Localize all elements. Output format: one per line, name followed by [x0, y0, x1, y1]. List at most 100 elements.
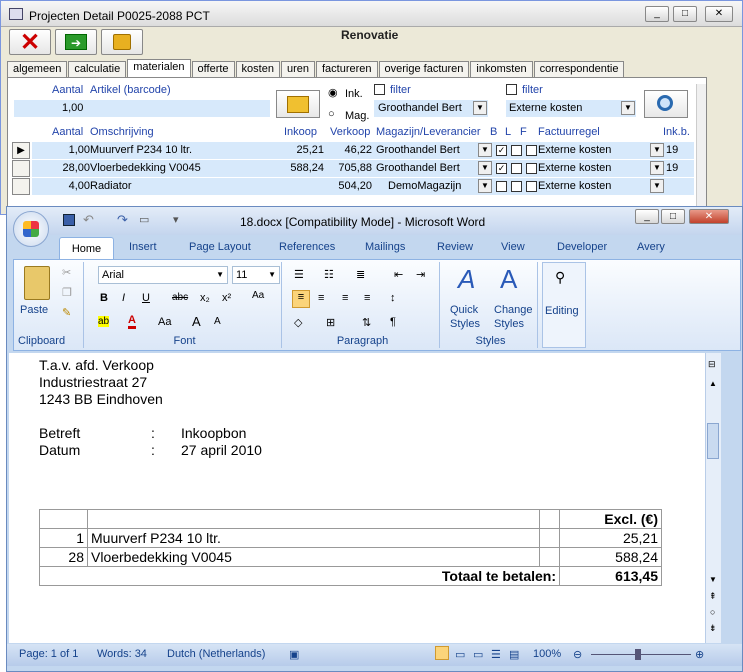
decrease-indent-icon[interactable]: ⇤ [394, 268, 403, 281]
status-language[interactable]: Dutch (Netherlands) [167, 648, 265, 660]
prev-page-icon[interactable]: ⇞ [709, 591, 717, 602]
tab-algemeen[interactable]: algemeen [7, 61, 68, 77]
row-selector[interactable]: ▶ [12, 142, 30, 159]
bullets-icon[interactable]: ☰ [294, 268, 304, 281]
clear-format-icon[interactable]: Aa [252, 290, 264, 301]
zoom-slider[interactable] [591, 654, 691, 655]
word-minimize-button[interactable]: _ [635, 209, 659, 224]
status-zoom[interactable]: 100% [533, 648, 561, 660]
word-maximize-button[interactable]: □ [661, 209, 685, 224]
checkbox-f[interactable] [526, 163, 537, 174]
increase-indent-icon[interactable]: ⇥ [416, 268, 425, 281]
grow-font-icon[interactable]: A [192, 314, 201, 329]
tab-correspondentie[interactable]: correspondentie [533, 61, 625, 77]
filter-checkbox-1[interactable] [374, 84, 385, 95]
paste-label[interactable]: Paste [20, 304, 48, 316]
word-close-button[interactable]: ✕ [689, 209, 729, 224]
ribbon-tab-view[interactable]: View [501, 241, 525, 253]
tab-kosten[interactable]: kosten [235, 61, 280, 77]
magazijn-dropdown[interactable]: ▼ [478, 179, 492, 193]
checkbox-b[interactable] [496, 181, 507, 192]
row-selector[interactable] [12, 160, 30, 177]
font-size-input[interactable]: 11 ▼ [232, 266, 280, 284]
aantal-input[interactable]: 1,00 [62, 102, 83, 114]
bold-icon[interactable]: B [100, 292, 108, 304]
mag-radio[interactable]: ○ [328, 108, 335, 120]
web-layout-icon[interactable]: ▭ [473, 648, 483, 661]
tab-offerte[interactable]: offerte [191, 61, 235, 77]
table-row[interactable]: ▶ 1,00 Muurverf P234 10 ltr. 25,21 46,22 Groo… [12, 142, 694, 159]
checkbox-l[interactable] [511, 181, 522, 192]
spelling-icon[interactable]: ▣ [289, 648, 299, 661]
ribbon-tab-review[interactable]: Review [437, 241, 473, 253]
shading-icon[interactable]: ◇ [294, 316, 302, 329]
zoom-out-icon[interactable]: ⊖ [573, 648, 582, 661]
table-row[interactable]: 4,00 Radiator 504,20 DemoMagazijn Externe ko… [12, 178, 694, 195]
ribbon-tab-insert[interactable]: Insert [129, 241, 157, 253]
tab-calculatie[interactable]: calculatie [68, 61, 127, 77]
print-layout-icon[interactable] [435, 646, 449, 660]
ribbon-tab-mailings[interactable]: Mailings [365, 241, 405, 253]
magazijn-dropdown[interactable]: ▼ [478, 161, 492, 175]
sort-icon[interactable]: ⇅ [362, 316, 371, 329]
tab-materialen[interactable]: materialen [127, 59, 191, 77]
save-icon[interactable] [63, 214, 75, 226]
font-name-input[interactable]: Arial ▼ [98, 266, 228, 284]
supplier-select[interactable]: Groothandel Bert ▼ [374, 100, 488, 117]
ribbon-tab-avery[interactable]: Avery [637, 241, 665, 253]
ribbon-tab-home[interactable]: Home [59, 237, 114, 261]
ruler-toggle-icon[interactable]: ⊟ [708, 359, 716, 370]
panel-scrollbar[interactable] [696, 84, 706, 209]
redo-icon[interactable]: ↷ [117, 212, 128, 228]
ink-radio[interactable]: ◉ [328, 86, 338, 99]
factuurregel-dropdown[interactable]: ▼ [650, 179, 664, 193]
status-page[interactable]: Page: 1 of 1 [19, 648, 78, 660]
quick-styles-icon[interactable]: A [458, 264, 475, 295]
status-words[interactable]: Words: 34 [97, 648, 147, 660]
customize-qat-icon[interactable]: ▾ [173, 213, 179, 226]
document-scrollbar[interactable]: ⊟ ▲ ▼ ⇞ ○ ⇟ [705, 353, 721, 643]
lock-button[interactable] [101, 29, 143, 55]
checkbox-l[interactable] [511, 145, 522, 156]
magazijn-dropdown[interactable]: ▼ [478, 143, 492, 157]
align-left-icon[interactable]: ≡ [292, 290, 310, 308]
browse-object-icon[interactable]: ○ [710, 607, 715, 617]
change-case-icon[interactable]: Aa [158, 316, 171, 328]
factuurregel-dropdown[interactable]: ▼ [650, 161, 664, 175]
next-button[interactable]: ➔ [55, 29, 97, 55]
font-color-icon[interactable]: A [128, 314, 136, 329]
underline-icon[interactable]: U [142, 292, 150, 304]
artikel-input-row[interactable]: 1,00 [14, 100, 270, 117]
align-right-icon[interactable]: ≡ [342, 292, 348, 304]
full-screen-icon[interactable]: ▭ [455, 648, 465, 661]
delete-button[interactable]: ✕ [9, 29, 51, 56]
pilcrow-icon[interactable]: ¶ [390, 316, 396, 328]
row-selector[interactable] [12, 178, 30, 195]
next-page-icon[interactable]: ⇟ [709, 623, 717, 634]
tab-uren[interactable]: uren [280, 61, 315, 77]
format-painter-icon[interactable]: ✎ [62, 306, 71, 319]
quick-styles-label-2[interactable]: Styles [450, 318, 480, 330]
change-styles-icon[interactable]: A [500, 264, 517, 295]
close-button[interactable]: ✕ [705, 6, 733, 22]
tab-overige-facturen[interactable]: overige facturen [378, 61, 470, 77]
borders-icon[interactable]: ⊞ [326, 316, 335, 329]
search-article-button[interactable] [276, 90, 320, 118]
zoom-slider-thumb[interactable] [635, 649, 641, 660]
tab-inkomsten[interactable]: inkomsten [470, 61, 533, 77]
outline-icon[interactable]: ☰ [491, 648, 501, 661]
checkbox-b[interactable]: ✓ [496, 145, 507, 156]
filter-checkbox-2[interactable] [506, 84, 517, 95]
cut-icon[interactable]: ✂ [62, 266, 71, 279]
factuurregel-dropdown[interactable]: ▼ [650, 143, 664, 157]
justify-icon[interactable]: ≡ [364, 292, 370, 304]
checkbox-b[interactable]: ✓ [496, 163, 507, 174]
ribbon-tab-references[interactable]: References [279, 241, 335, 253]
strikethrough-icon[interactable]: abc [172, 292, 188, 303]
scroll-down-icon[interactable]: ▼ [709, 575, 717, 584]
scroll-up-icon[interactable]: ▲ [709, 379, 717, 388]
shrink-font-icon[interactable]: A [214, 316, 221, 327]
magnifier-button[interactable] [644, 90, 688, 118]
tab-factureren[interactable]: factureren [316, 61, 378, 77]
quick-styles-label-1[interactable]: Quick [450, 304, 478, 316]
